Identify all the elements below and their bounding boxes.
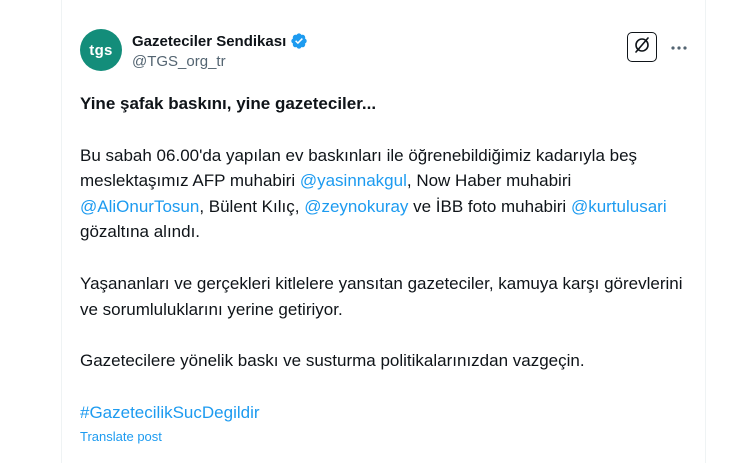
tweet-header: tgs Gazeteciler Sendikası @TGS_org_tr — [80, 29, 690, 77]
display-name[interactable]: Gazeteciler Sendikası — [132, 33, 286, 50]
display-name-row: Gazeteciler Sendikası — [132, 30, 308, 52]
verified-badge-icon[interactable] — [290, 32, 308, 50]
translate-post-link[interactable]: Translate post — [80, 429, 162, 444]
grok-icon — [632, 35, 652, 60]
text-segment: ve İBB foto muhabiri — [408, 196, 571, 216]
tweet-paragraph-2: Yaşananları ve gerçekleri kitlelere yans… — [80, 273, 683, 319]
mention-link[interactable]: @zeynokuray — [304, 197, 408, 216]
grok-button[interactable] — [627, 32, 657, 62]
tweet-title: Yine şafak baskını, yine gazeteciler... — [80, 94, 377, 113]
tweet-page: tgs Gazeteciler Sendikası @TGS_org_tr Yi… — [0, 0, 730, 463]
tweet-paragraph-1: Bu sabah 06.00'da yapılan ev baskınları … — [80, 143, 690, 245]
more-options-button[interactable] — [668, 36, 690, 58]
text-segment: gözaltına alındı. — [80, 222, 201, 242]
text-segment: , Now Haber muhabiri — [406, 171, 572, 191]
more-options-icon — [670, 38, 688, 56]
tweet-hashtag-line: #GazetecilikSucDegildir — [80, 400, 690, 426]
mention-link[interactable]: @yasinnakgul — [300, 171, 407, 190]
tweet-body: Yine şafak baskını, yine gazeteciler... … — [80, 91, 690, 425]
hashtag-link[interactable]: #GazetecilikSucDegildir — [80, 403, 260, 422]
mention-link[interactable]: @AliOnurTosun — [80, 197, 199, 216]
user-handle[interactable]: @TGS_org_tr — [132, 53, 308, 70]
column-border-right — [705, 0, 706, 463]
mention-link[interactable]: @kurtulusari — [571, 197, 667, 216]
avatar-text: tgs — [89, 41, 113, 59]
column-border-left — [61, 0, 62, 463]
avatar[interactable]: tgs — [80, 29, 122, 71]
user-info: Gazeteciler Sendikası @TGS_org_tr — [132, 30, 308, 70]
text-segment: , Bülent Kılıç, — [199, 196, 305, 216]
tweet-paragraph-3: Gazetecilere yönelik baskı ve susturma p… — [80, 351, 585, 371]
